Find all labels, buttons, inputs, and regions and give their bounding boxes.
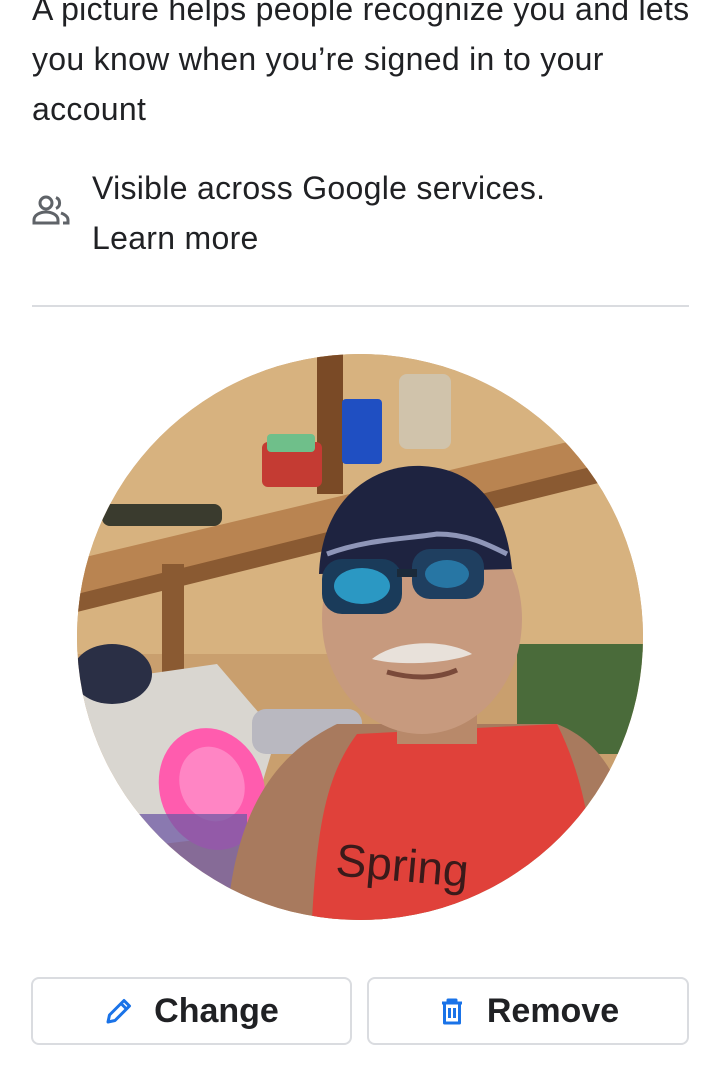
visibility-description: Visible across Google services.	[92, 170, 546, 206]
change-label: Change	[154, 991, 279, 1030]
remove-button[interactable]: Remove	[367, 977, 689, 1045]
profile-photo: Spring	[77, 354, 643, 920]
learn-more-link[interactable]: Learn more	[92, 213, 545, 263]
visibility-info: Visible across Google services. Learn mo…	[32, 163, 692, 263]
trash-icon	[437, 996, 467, 1026]
divider	[32, 305, 689, 307]
pencil-icon	[104, 996, 134, 1026]
intro-text: A picture helps people recognize you and…	[32, 0, 690, 127]
people-icon	[32, 191, 72, 231]
remove-label: Remove	[486, 991, 620, 1030]
change-button[interactable]: Change	[31, 977, 352, 1045]
